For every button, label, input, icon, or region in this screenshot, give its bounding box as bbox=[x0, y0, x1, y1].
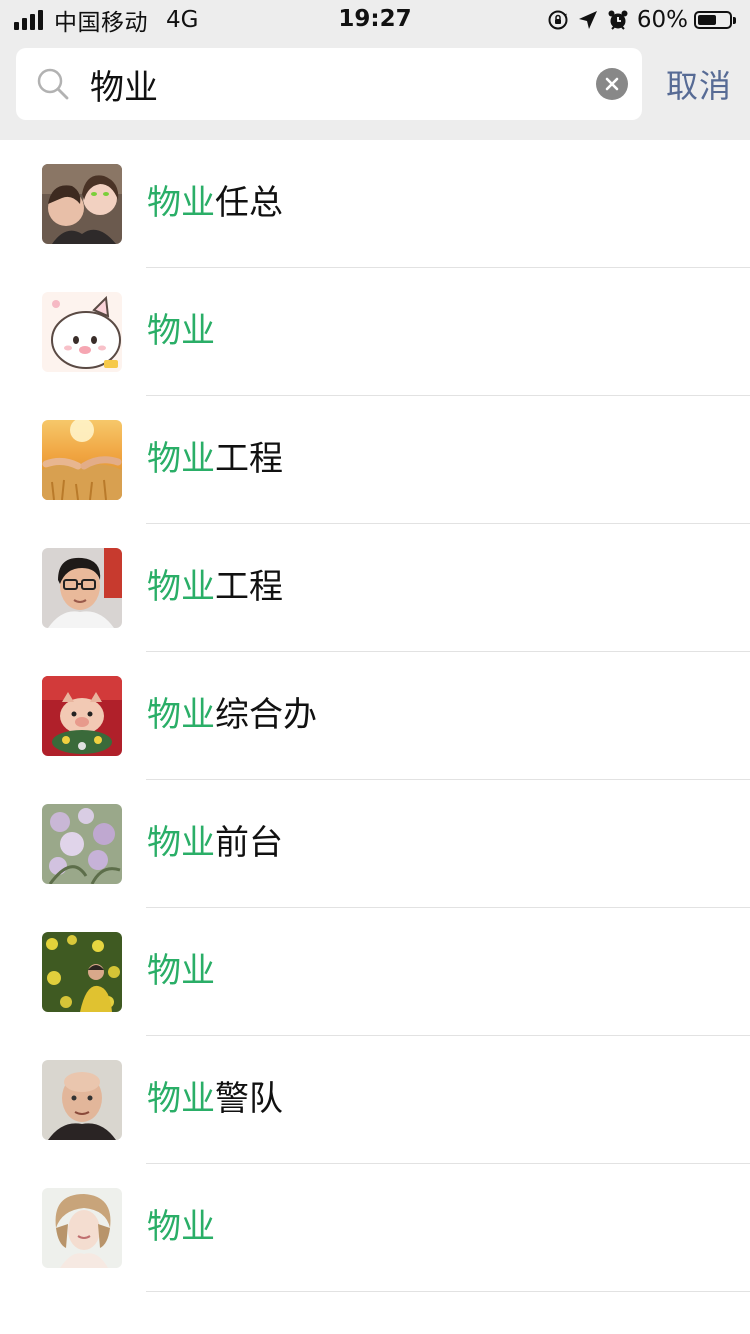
name-highlight: 物业 bbox=[147, 695, 215, 735]
avatar bbox=[42, 804, 122, 884]
avatar bbox=[42, 292, 122, 372]
search-box[interactable] bbox=[16, 48, 642, 120]
battery-percent: 60% bbox=[636, 7, 688, 33]
close-icon bbox=[605, 77, 619, 91]
contact-name: 物业前台 bbox=[147, 820, 283, 866]
battery-level bbox=[698, 15, 716, 25]
avatar bbox=[42, 1188, 122, 1268]
name-highlight: 物业 bbox=[147, 439, 215, 479]
results-list: 物业任总 物业 物业工程 物业工程 物业综合办 物业前台 物业 物业警队 物业 bbox=[0, 140, 750, 1292]
search-header: 中国移动 4G 19:27 60% 物业 取消 bbox=[0, 0, 750, 140]
list-item[interactable]: 物业综合办 bbox=[0, 652, 750, 780]
alarm-icon bbox=[608, 10, 628, 30]
status-bar: 中国移动 4G 19:27 60% bbox=[0, 0, 750, 40]
contact-name: 物业 bbox=[147, 308, 215, 354]
avatar bbox=[42, 676, 122, 756]
list-item[interactable]: 物业前台 bbox=[0, 780, 750, 908]
orientation-lock-icon bbox=[548, 10, 568, 30]
contact-name: 物业工程 bbox=[147, 564, 283, 610]
divider bbox=[146, 1291, 750, 1292]
name-highlight: 物业 bbox=[147, 311, 215, 351]
contact-name: 物业任总 bbox=[147, 180, 283, 226]
name-highlight: 物业 bbox=[147, 951, 215, 991]
search-icon bbox=[37, 68, 69, 100]
list-item[interactable]: 物业 bbox=[0, 1164, 750, 1292]
list-item[interactable]: 物业工程 bbox=[0, 524, 750, 652]
name-rest: 工程 bbox=[215, 567, 283, 607]
contact-name: 物业 bbox=[147, 1204, 215, 1250]
avatar bbox=[42, 548, 122, 628]
name-highlight: 物业 bbox=[147, 567, 215, 607]
name-highlight: 物业 bbox=[147, 183, 215, 223]
battery-icon bbox=[694, 11, 732, 29]
location-icon bbox=[578, 11, 597, 29]
list-item[interactable]: 物业任总 bbox=[0, 140, 750, 268]
avatar bbox=[42, 932, 122, 1012]
name-rest: 警队 bbox=[215, 1079, 283, 1119]
avatar bbox=[42, 420, 122, 500]
avatar bbox=[42, 164, 122, 244]
name-rest: 任总 bbox=[215, 183, 283, 223]
avatar bbox=[42, 1060, 122, 1140]
cancel-button[interactable]: 取消 bbox=[666, 61, 734, 107]
name-rest: 工程 bbox=[215, 439, 283, 479]
name-highlight: 物业 bbox=[147, 1207, 215, 1247]
clear-icon[interactable] bbox=[596, 68, 628, 100]
list-item[interactable]: 物业 bbox=[0, 268, 750, 396]
search-row: 取消 bbox=[16, 48, 734, 120]
battery-cap bbox=[733, 16, 736, 24]
search-input[interactable] bbox=[90, 64, 570, 104]
name-highlight: 物业 bbox=[147, 1079, 215, 1119]
name-rest: 综合办 bbox=[215, 695, 317, 735]
list-item[interactable]: 物业警队 bbox=[0, 1036, 750, 1164]
contact-name: 物业 bbox=[147, 948, 215, 994]
contact-name: 物业警队 bbox=[147, 1076, 283, 1122]
status-right: 60% bbox=[539, 6, 736, 34]
contact-name: 物业综合办 bbox=[147, 692, 317, 738]
contact-name: 物业工程 bbox=[147, 436, 283, 482]
name-highlight: 物业 bbox=[147, 823, 215, 863]
list-item[interactable]: 物业 bbox=[0, 908, 750, 1036]
name-rest: 前台 bbox=[215, 823, 283, 863]
list-item[interactable]: 物业工程 bbox=[0, 396, 750, 524]
